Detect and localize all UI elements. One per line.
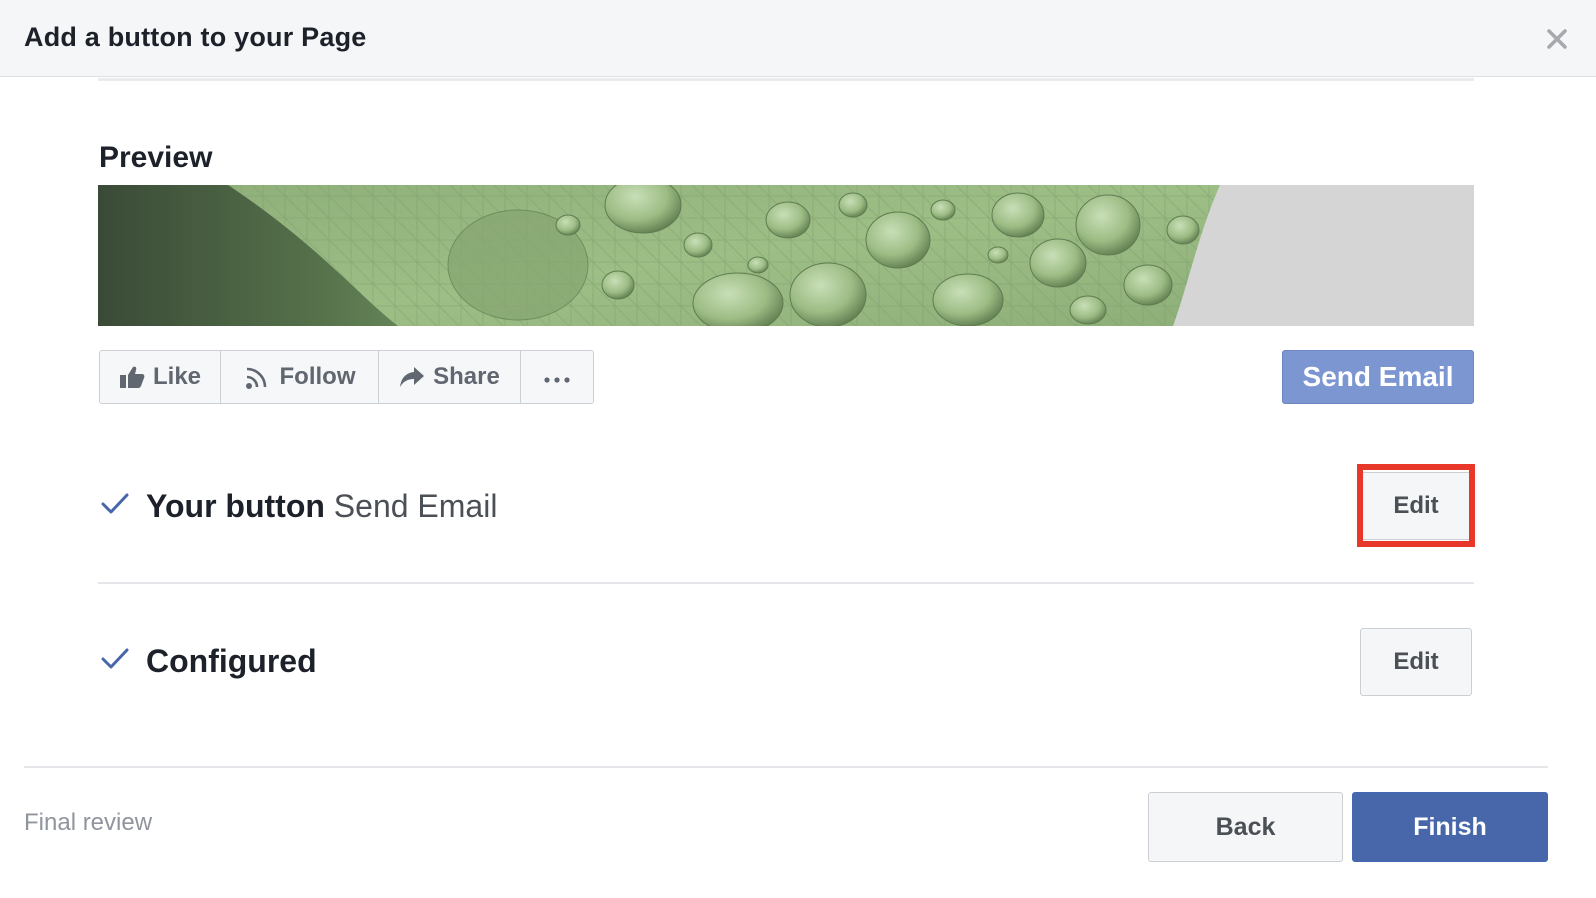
close-icon[interactable] xyxy=(1542,24,1572,54)
page-action-buttons: Like Follow Share xyxy=(99,350,594,404)
step-your-button: Your button Send Email xyxy=(146,488,497,525)
send-email-preview-button[interactable]: Send Email xyxy=(1282,350,1474,404)
more-button[interactable] xyxy=(521,351,593,403)
share-button[interactable]: Share xyxy=(379,351,521,403)
edit-button-step-2[interactable]: Edit xyxy=(1360,628,1472,696)
follow-button[interactable]: Follow xyxy=(221,351,379,403)
step-configured: Configured xyxy=(146,643,317,680)
checkmark-icon xyxy=(100,645,130,675)
like-label: Like xyxy=(152,363,202,390)
preview-heading: Preview xyxy=(99,141,213,174)
dialog-header: Add a button to your Page xyxy=(0,0,1596,77)
step-title: Configured xyxy=(146,643,317,679)
follow-label: Follow xyxy=(279,363,356,390)
top-divider xyxy=(98,78,1474,81)
back-button[interactable]: Back xyxy=(1148,792,1343,862)
step-value: Send Email xyxy=(333,488,498,524)
add-button-dialog: Add a button to your Page Preview Like F… xyxy=(0,0,1596,898)
dialog-title: Add a button to your Page xyxy=(24,22,367,52)
checkmark-icon xyxy=(100,490,130,520)
more-dots-icon xyxy=(543,363,571,391)
step-divider xyxy=(98,582,1474,584)
thumbs-up-icon xyxy=(119,365,145,389)
cover-photo xyxy=(98,185,1474,326)
edit-button-step-1[interactable]: Edit xyxy=(1360,472,1472,540)
finish-button[interactable]: Finish xyxy=(1352,792,1548,862)
rss-icon xyxy=(244,364,272,390)
footer-step-label: Final review xyxy=(24,809,153,836)
footer-divider xyxy=(24,766,1548,768)
share-arrow-icon xyxy=(399,365,425,389)
like-button[interactable]: Like xyxy=(100,351,221,403)
share-label: Share xyxy=(433,363,500,390)
step-title: Your button xyxy=(146,488,325,524)
